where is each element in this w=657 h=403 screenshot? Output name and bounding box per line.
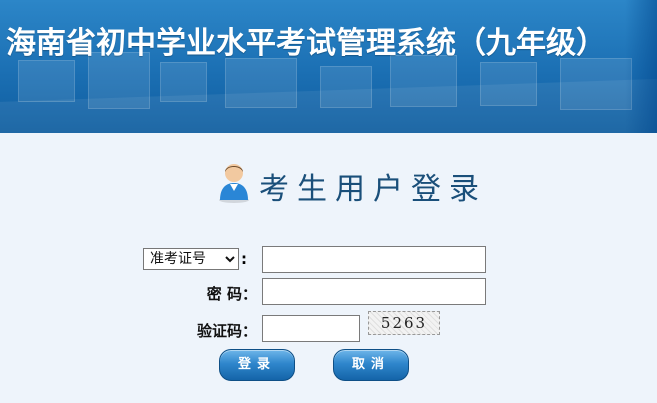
cancel-button[interactable]: 取消 bbox=[333, 349, 409, 381]
exam-id-input[interactable] bbox=[262, 246, 486, 273]
id-type-colon: : bbox=[241, 250, 247, 268]
user-avatar-icon bbox=[219, 164, 249, 203]
banner-decoration bbox=[18, 60, 75, 102]
login-button[interactable]: 登录 bbox=[219, 349, 295, 381]
password-input[interactable] bbox=[262, 278, 486, 305]
login-heading: 考生用户登录 bbox=[217, 160, 517, 207]
header-banner: 海南省初中学业水平考试管理系统（九年级） bbox=[0, 0, 657, 133]
id-type-select[interactable]: 准考证号 bbox=[143, 248, 239, 270]
captcha-input[interactable] bbox=[262, 315, 360, 342]
captcha-label: 验证码： bbox=[196, 322, 257, 340]
login-title: 考生用户登录 bbox=[259, 172, 487, 207]
captcha-image[interactable]: 5263 bbox=[368, 311, 440, 335]
page-title: 海南省初中学业水平考试管理系统（九年级） bbox=[6, 26, 606, 61]
password-label: 密 码： bbox=[206, 285, 257, 303]
